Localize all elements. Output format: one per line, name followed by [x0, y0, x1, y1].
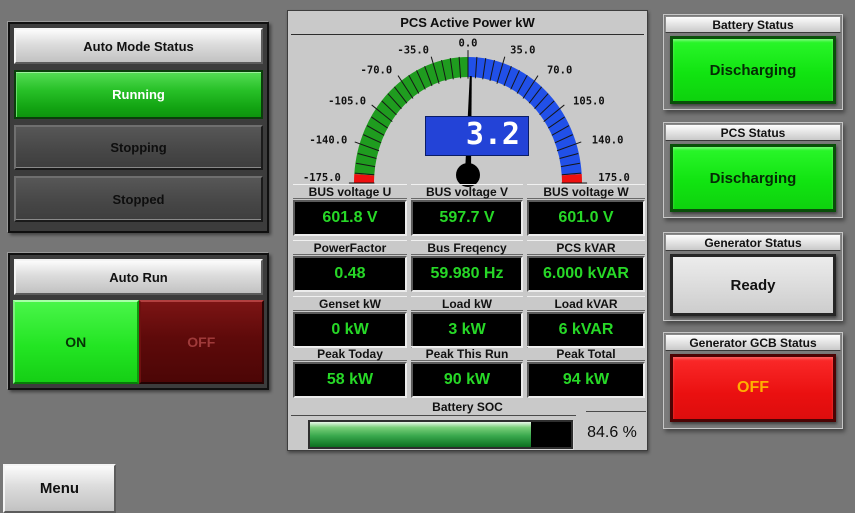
- meter-label: Peak Total: [527, 346, 645, 361]
- meter-label-row: PowerFactor Bus Freqency PCS kVAR: [293, 240, 645, 255]
- auto-mode-running-button[interactable]: Running: [14, 70, 263, 119]
- meter-value-display: 90 kW: [411, 362, 523, 398]
- auto-run-on-button[interactable]: ON: [13, 300, 139, 384]
- meter-value-display: 0.48: [293, 256, 407, 292]
- gauge-tick-label: -175.0: [303, 172, 341, 184]
- meter-value-display: 59.980 Hz: [411, 256, 523, 292]
- gauge-tick-label: 0.0: [459, 38, 478, 50]
- gauge-value-readout: 3.2: [425, 116, 529, 156]
- battery-soc-value: 84.6 %: [587, 424, 637, 441]
- meter-value-display: 601.8 V: [293, 200, 407, 236]
- meter-value-display: 597.7 V: [411, 200, 523, 236]
- generator-status-indicator: Ready: [670, 254, 836, 316]
- gauge-tick-label: -105.0: [328, 95, 366, 107]
- meter-label: BUS voltage V: [411, 184, 523, 199]
- gauge-tick-label: -35.0: [397, 45, 429, 57]
- hmi-screen: { "left": { "auto_mode": { "title": "Aut…: [0, 0, 855, 513]
- generator-gcb-status-indicator: OFF: [670, 354, 836, 422]
- auto-mode-status-panel: Auto Mode Status Running Stopping Stoppe…: [8, 22, 269, 233]
- meter-value-display: 0 kW: [293, 312, 407, 348]
- meter-label: BUS voltage W: [527, 184, 645, 199]
- gauge-tick-label: -140.0: [309, 135, 347, 147]
- gauge-tick-label: 70.0: [547, 64, 572, 76]
- battery-status-indicator: Discharging: [670, 36, 836, 104]
- meter-label: Bus Freqency: [411, 240, 523, 255]
- auto-mode-stopped-button[interactable]: Stopped: [14, 176, 263, 222]
- meter-label: Peak Today: [293, 346, 407, 361]
- menu-button[interactable]: Menu: [3, 464, 116, 513]
- meter-value-row: 0.48 59.980 Hz 6.000 kVAR: [293, 256, 645, 292]
- meter-label: PCS kVAR: [527, 240, 645, 255]
- generator-gcb-status-header: Generator GCB Status: [665, 334, 841, 351]
- soc-divider-left: [291, 415, 576, 416]
- pcs-status-header: PCS Status: [665, 124, 841, 141]
- meter-label: BUS voltage U: [293, 184, 407, 199]
- battery-soc-fill: [310, 422, 531, 447]
- generator-gcb-status-card: Generator GCB Status OFF: [663, 332, 843, 429]
- gauge-tick-label: 105.0: [573, 95, 605, 107]
- gauge-tick-label: 140.0: [592, 135, 624, 147]
- pcs-status-indicator: Discharging: [670, 144, 836, 212]
- auto-mode-stopping-button[interactable]: Stopping: [14, 125, 263, 170]
- battery-soc-bar: [308, 420, 573, 449]
- meter-value-display: 3 kW: [411, 312, 523, 348]
- soc-divider-right: [586, 411, 646, 412]
- gauge-tick-label: 35.0: [510, 45, 535, 57]
- meter-label: Load kVAR: [527, 296, 645, 311]
- gauge-tick-label: -70.0: [361, 64, 393, 76]
- auto-run-off-button[interactable]: OFF: [138, 300, 264, 384]
- meter-value-row: 601.8 V 597.7 V 601.0 V: [293, 200, 645, 236]
- meter-value-display: 6 kVAR: [527, 312, 645, 348]
- meter-value-row: 0 kW 3 kW 6 kVAR: [293, 312, 645, 348]
- auto-run-header: Auto Run: [14, 259, 263, 295]
- meter-value-display: 94 kW: [527, 362, 645, 398]
- meter-label: PowerFactor: [293, 240, 407, 255]
- panel-title: PCS Active Power kW: [400, 15, 535, 30]
- meter-label: Load kW: [411, 296, 523, 311]
- meter-label: Peak This Run: [411, 346, 523, 361]
- meter-value-row: 58 kW 90 kW 94 kW: [293, 362, 645, 398]
- meter-label-row: Genset kW Load kW Load kVAR: [293, 296, 645, 311]
- pcs-status-card: PCS Status Discharging: [663, 122, 843, 218]
- meter-value-display: 6.000 kVAR: [527, 256, 645, 292]
- auto-mode-status-header: Auto Mode Status: [14, 28, 263, 64]
- generator-status-header: Generator Status: [665, 234, 841, 251]
- meter-value-display: 601.0 V: [527, 200, 645, 236]
- battery-status-header: Battery Status: [665, 16, 841, 33]
- battery-status-card: Battery Status Discharging: [663, 14, 843, 110]
- auto-run-panel: Auto Run ON OFF: [8, 253, 269, 390]
- generator-status-card: Generator Status Ready: [663, 232, 843, 321]
- pcs-active-power-panel: PCS Active Power kW -175.0 -140.0 -105.0 -7…: [287, 10, 648, 451]
- meter-label-row: BUS voltage U BUS voltage V BUS voltage W: [293, 184, 645, 199]
- meter-label: Genset kW: [293, 296, 407, 311]
- gauge-tick-label: 175.0: [598, 172, 630, 184]
- meter-value-display: 58 kW: [293, 362, 407, 398]
- meter-label-row: Peak Today Peak This Run Peak Total: [293, 346, 645, 361]
